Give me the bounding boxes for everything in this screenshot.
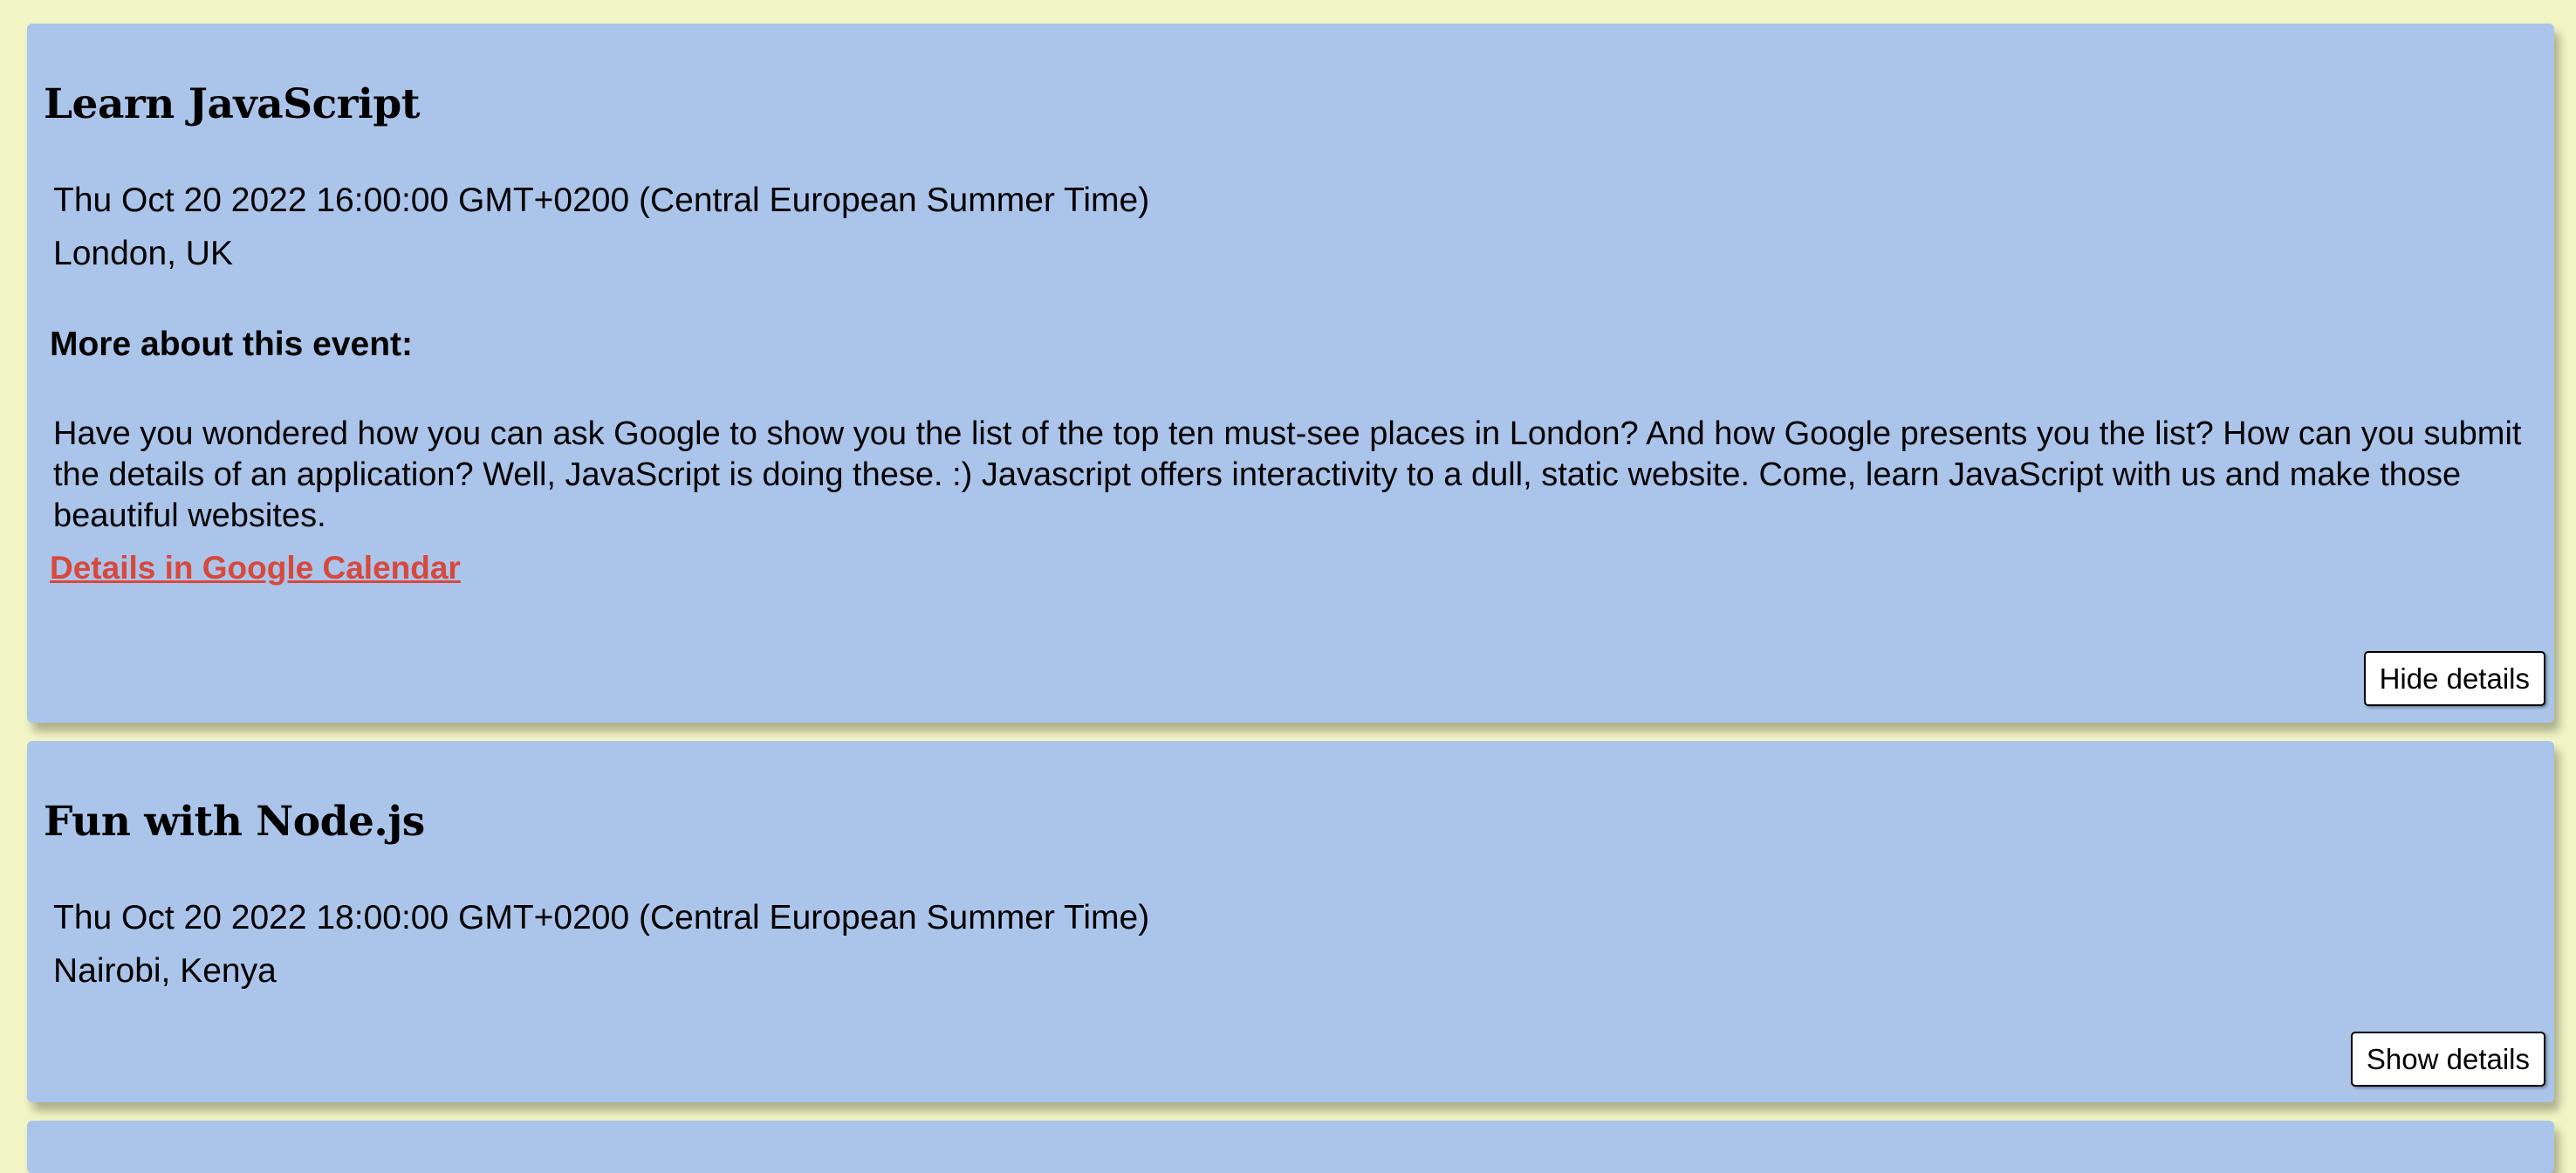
about-heading: More about this event: [50, 326, 414, 363]
event-date: Thu Oct 20 2022 18:00:00 GMT+0200 (Centr… [53, 899, 1150, 936]
event-location: London, UK [53, 235, 233, 272]
show-details-button[interactable]: Show details [2350, 1032, 2545, 1087]
event-card: Fun with Node.js Thu Oct 20 2022 18:00:0… [27, 741, 2554, 1102]
event-date: Thu Oct 20 2022 16:00:00 GMT+0200 (Centr… [53, 182, 1150, 219]
event-card [27, 1121, 2554, 1173]
event-card: Learn JavaScript Thu Oct 20 2022 16:00:0… [27, 24, 2554, 723]
event-location: Nairobi, Kenya [53, 952, 277, 990]
event-title: Learn JavaScript [44, 80, 420, 128]
hide-details-button[interactable]: Hide details [2363, 651, 2545, 706]
event-title: Fun with Node.js [44, 798, 425, 846]
event-description: Have you wondered how you can ask Google… [53, 415, 2522, 534]
google-calendar-link[interactable]: Details in Google Calendar [50, 552, 461, 584]
